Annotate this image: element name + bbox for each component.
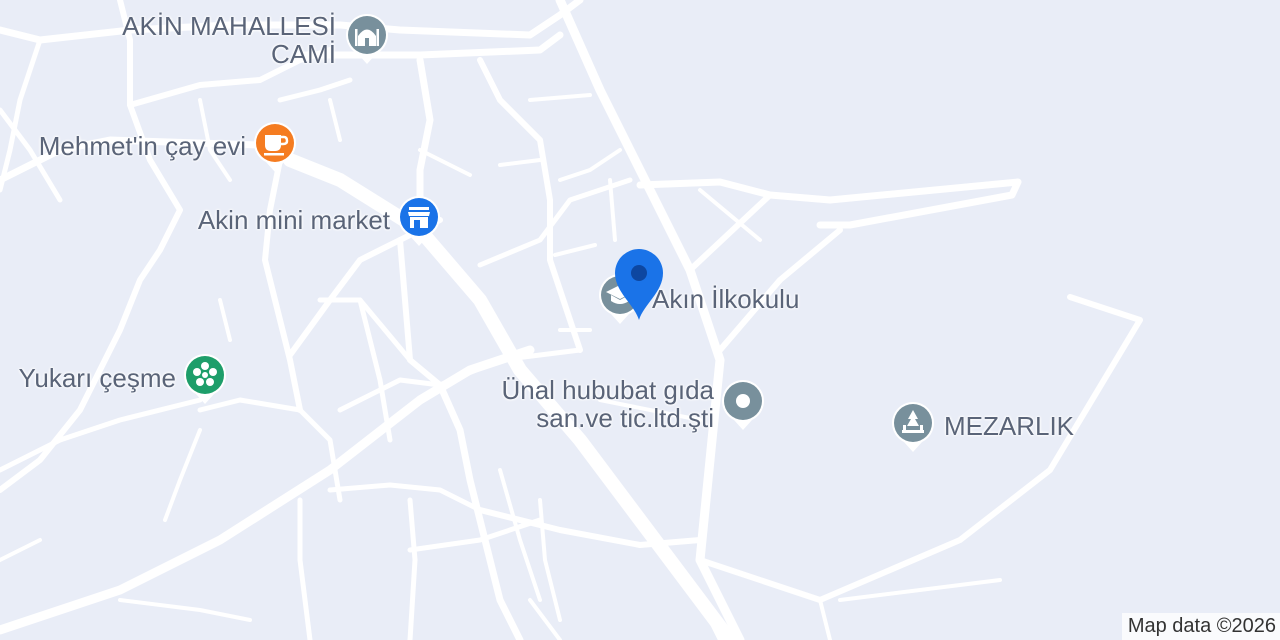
poi-label-mezarlik[interactable]: MEZARLIK (944, 412, 1074, 440)
poi-label-akin-ilkokulu[interactable]: Akın İlkokulu (652, 285, 799, 313)
mosque-icon[interactable] (344, 10, 390, 66)
place-icon[interactable] (720, 376, 766, 432)
cemetery-icon[interactable] (890, 398, 936, 454)
location-pin-icon[interactable] (612, 246, 666, 322)
fountain-icon[interactable] (182, 350, 228, 406)
map-attribution: Map data ©2026 (1121, 613, 1280, 640)
coffee-cup-icon[interactable] (252, 118, 298, 174)
map-canvas[interactable]: AKİN MAHALLESİ CAMİ Mehmet'in çay evi Ak… (0, 0, 1280, 640)
poi-label-mehmetin-cay-evi[interactable]: Mehmet'in çay evi (10, 132, 246, 160)
poi-name-line1: AKİN MAHALLESİ (122, 11, 336, 41)
store-icon[interactable] (396, 192, 442, 248)
poi-label-akin-mini-market[interactable]: Akin mini market (160, 206, 390, 234)
poi-name-line1: Ünal hububat gıda (501, 375, 714, 405)
poi-label-akin-mahallesi-cami[interactable]: AKİN MAHALLESİ CAMİ (96, 12, 336, 68)
poi-label-yukari-cesme[interactable]: Yukarı çeşme (0, 364, 176, 392)
poi-name-line2: san.ve tic.ltd.şti (536, 403, 714, 433)
poi-label-unal-hububat[interactable]: Ünal hububat gıda san.ve tic.ltd.şti (460, 376, 714, 432)
poi-name-line2: CAMİ (271, 39, 336, 69)
